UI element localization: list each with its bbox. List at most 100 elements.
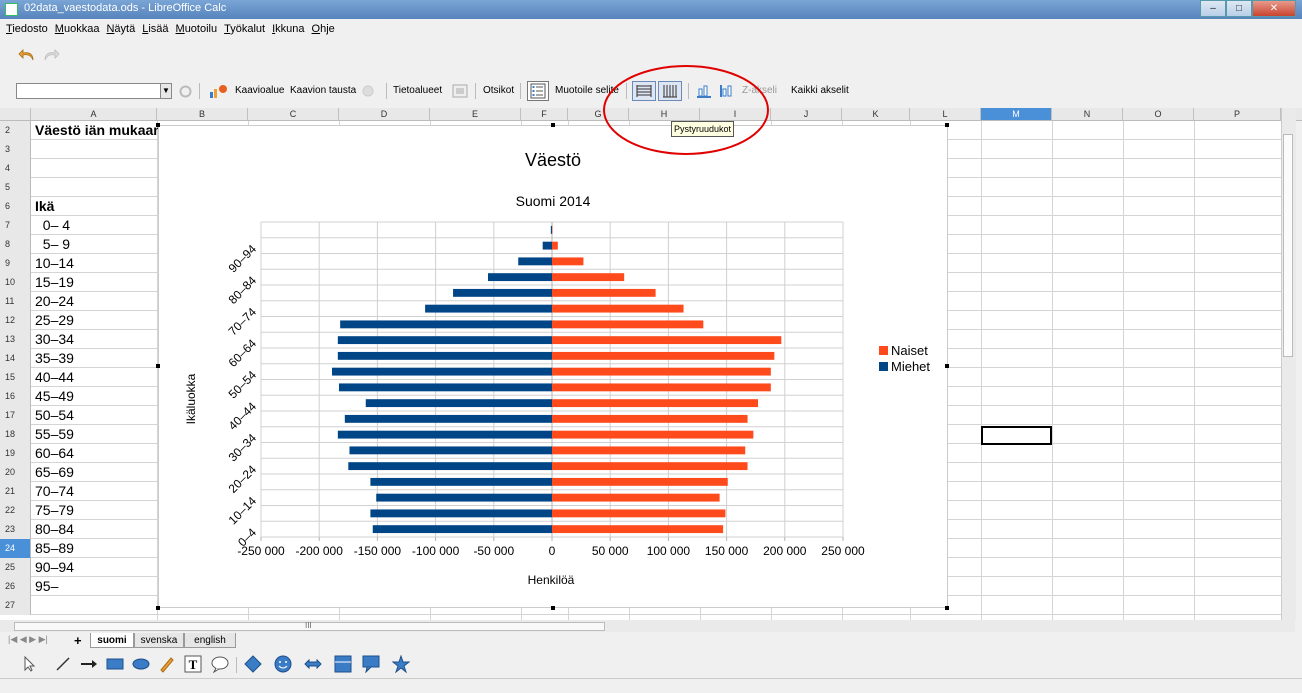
block-arrows-icon[interactable]	[304, 656, 322, 672]
column-header[interactable]: L	[910, 108, 981, 120]
cell-a[interactable]: 0– 4	[32, 216, 157, 235]
cell-a[interactable]: 70–74	[32, 482, 157, 501]
cell-a[interactable]: 45–49	[32, 387, 157, 406]
menu-ohje[interactable]: Ohje	[312, 19, 335, 39]
row-header[interactable]: 25	[0, 558, 31, 577]
redo-icon[interactable]	[42, 48, 60, 62]
menu-lisaa[interactable]: Lisää	[142, 19, 168, 39]
cell-a[interactable]: 95–	[32, 577, 157, 596]
column-header[interactable]: K	[842, 108, 910, 120]
maximize-icon[interactable]: □	[1226, 0, 1252, 17]
row-header[interactable]: 26	[0, 577, 31, 596]
data-ranges-button[interactable]: Tietoalueet	[393, 85, 442, 96]
row-header[interactable]: 22	[0, 501, 31, 520]
resize-handle[interactable]	[156, 123, 160, 127]
basic-shapes-icon[interactable]	[244, 655, 262, 673]
row-header[interactable]: 24	[0, 539, 31, 558]
column-header[interactable]: J	[771, 108, 842, 120]
select-arrow-icon[interactable]	[22, 656, 36, 672]
row-header[interactable]: 20	[0, 463, 31, 482]
cell-a[interactable]: 60–64	[32, 444, 157, 463]
cell-a[interactable]: 5– 9	[32, 235, 157, 254]
row-header[interactable]: 16	[0, 387, 31, 406]
data-table-icon[interactable]	[452, 83, 468, 99]
resize-handle[interactable]	[156, 364, 160, 368]
row-header[interactable]: 17	[0, 406, 31, 425]
wall-icon[interactable]	[360, 83, 376, 99]
menu-tiedosto[interactable]: Tiedosto	[6, 19, 48, 39]
freeform-icon[interactable]	[158, 655, 174, 673]
resize-handle[interactable]	[551, 606, 555, 610]
format-selection-icon[interactable]	[178, 84, 193, 99]
cell-a[interactable]: 65–69	[32, 463, 157, 482]
cell-a[interactable]: 85–89	[32, 539, 157, 558]
minimize-icon[interactable]: –	[1200, 0, 1226, 17]
flowchart-icon[interactable]	[334, 655, 352, 673]
cell-a[interactable]: 30–34	[32, 330, 157, 349]
row-header[interactable]: 27	[0, 596, 31, 615]
column-header[interactable]: B	[157, 108, 248, 120]
row-header[interactable]: 19	[0, 444, 31, 463]
row-header[interactable]: 4	[0, 159, 31, 178]
row-header[interactable]: 23	[0, 520, 31, 539]
menu-muotoilu[interactable]: Muotoilu	[176, 19, 218, 39]
ellipse-icon[interactable]	[132, 656, 150, 672]
legend-toggle-icon[interactable]	[527, 81, 549, 101]
row-header[interactable]: 11	[0, 292, 31, 311]
column-header[interactable]: C	[248, 108, 339, 120]
cell-a[interactable]	[32, 178, 157, 197]
resize-handle[interactable]	[945, 123, 949, 127]
column-header[interactable]: D	[339, 108, 430, 120]
row-header[interactable]: 13	[0, 330, 31, 349]
row-header[interactable]: 15	[0, 368, 31, 387]
cell-a[interactable]: 50–54	[32, 406, 157, 425]
column-header[interactable]: P	[1194, 108, 1281, 120]
column-header-selected[interactable]: M	[981, 108, 1052, 120]
tab-nav-icons[interactable]: |◀ ◀ ▶ ▶|	[8, 634, 48, 645]
row-header[interactable]: 3	[0, 140, 31, 159]
cell-a[interactable]	[32, 596, 157, 615]
sheet-tab-english[interactable]: english	[184, 633, 236, 648]
chart-element-select[interactable]	[16, 83, 171, 99]
menu-ikkuna[interactable]: Ikkuna	[272, 19, 304, 39]
row-header[interactable]: 14	[0, 349, 31, 368]
column-header[interactable]: F	[521, 108, 568, 120]
column-header[interactable]: N	[1052, 108, 1123, 120]
symbol-shapes-icon[interactable]	[274, 655, 292, 673]
row-header[interactable]: 12	[0, 311, 31, 330]
cell-a[interactable]: 25–29	[32, 311, 157, 330]
titles-button[interactable]: Otsikot	[483, 85, 514, 96]
chart-area-icon[interactable]	[208, 83, 230, 99]
active-cell[interactable]	[981, 426, 1052, 445]
menu-tyokalut[interactable]: Työkalut	[224, 19, 265, 39]
row-header[interactable]: 21	[0, 482, 31, 501]
cell-a[interactable]: 75–79	[32, 501, 157, 520]
row-header[interactable]: 8	[0, 235, 31, 254]
cell-a[interactable]: 20–24	[32, 292, 157, 311]
sheet-tab-suomi[interactable]: suomi	[90, 633, 134, 648]
row-header[interactable]: 6	[0, 197, 31, 216]
cell-a[interactable]: 80–84	[32, 520, 157, 539]
vertical-scroll-thumb[interactable]	[1283, 134, 1293, 357]
cell-a[interactable]: 40–44	[32, 368, 157, 387]
row-header[interactable]: 9	[0, 254, 31, 273]
sheet-tab-svenska[interactable]: svenska	[134, 633, 184, 648]
stars-icon[interactable]	[392, 655, 410, 673]
cell-a[interactable]: 55–59	[32, 425, 157, 444]
cell-a[interactable]: 10–14	[32, 254, 157, 273]
column-header[interactable]: A	[31, 108, 157, 120]
undo-icon[interactable]	[18, 48, 36, 62]
resize-handle[interactable]	[551, 123, 555, 127]
callout-icon[interactable]	[210, 655, 230, 673]
cell-a[interactable]: 90–94	[32, 558, 157, 577]
column-header[interactable]: O	[1123, 108, 1194, 120]
row-header[interactable]: 10	[0, 273, 31, 292]
arrow-line-icon[interactable]	[80, 656, 98, 672]
cell-a[interactable]	[32, 159, 157, 178]
chart-area-button[interactable]: Kaavioalue	[235, 85, 284, 96]
cell-a[interactable]: Ikä	[32, 197, 157, 216]
population-pyramid-chart[interactable]: Väestö Suomi 2014 -250 000 -200 000 -150 0…	[158, 125, 948, 608]
row-header[interactable]: 18	[0, 425, 31, 444]
row-header[interactable]: 2	[0, 121, 31, 140]
all-axes-button[interactable]: Kaikki akselit	[791, 85, 849, 96]
